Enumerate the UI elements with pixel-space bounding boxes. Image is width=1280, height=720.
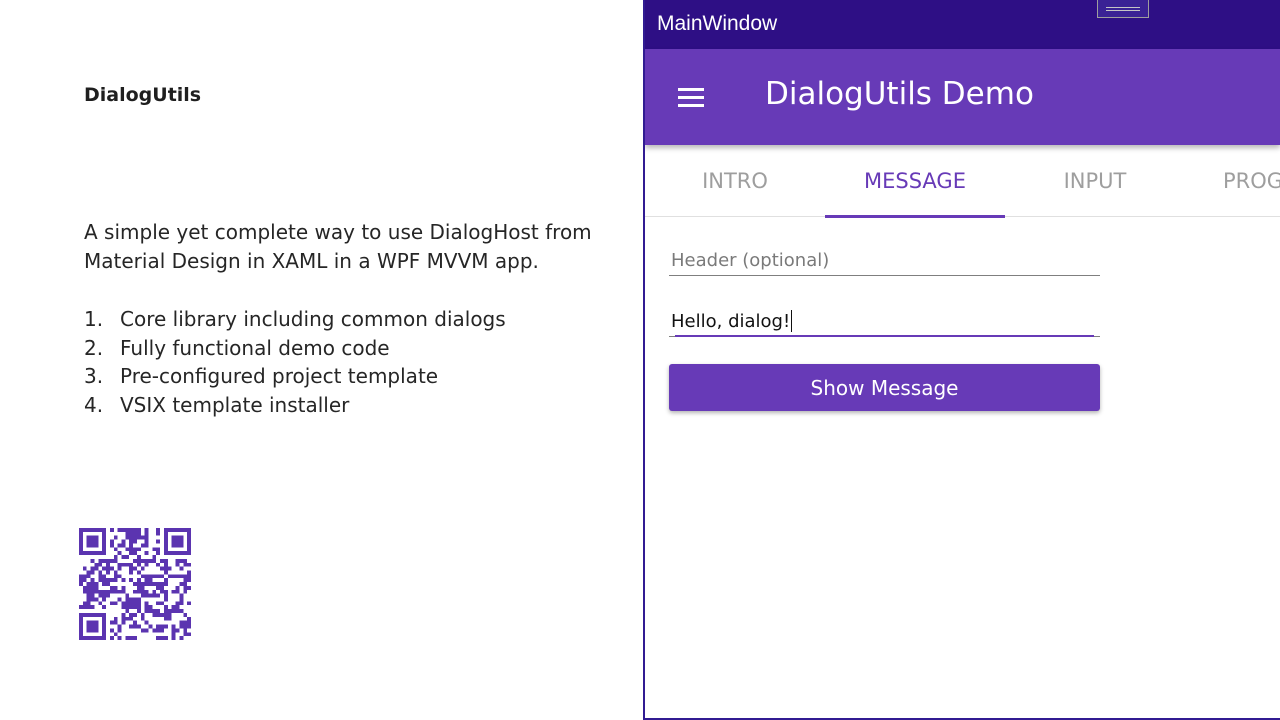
window-title: MainWindow <box>657 12 778 35</box>
header-underline <box>669 275 1100 276</box>
feature-list: 1. Core library including common dialogs… <box>84 305 506 420</box>
app-window: MainWindow DialogUtils Demo INTRO MESSAG… <box>643 0 1280 720</box>
feature-text: Fully functional demo code <box>120 335 390 360</box>
text-caret <box>791 310 793 332</box>
header-field <box>669 245 1100 276</box>
app-bar: DialogUtils Demo <box>645 49 1280 145</box>
qr-code-icon <box>79 528 191 640</box>
tab-intro[interactable]: INTRO <box>645 145 825 217</box>
presentation-slide: DialogUtils A simple yet complete way to… <box>0 0 1280 720</box>
tab-message-label: MESSAGE <box>864 169 966 193</box>
show-message-button[interactable]: Show Message <box>669 364 1100 411</box>
feature-item: 2. Fully functional demo code <box>84 334 506 363</box>
tab-input[interactable]: INPUT <box>1005 145 1185 217</box>
hamburger-menu-icon[interactable] <box>678 88 704 108</box>
slide-description: A simple yet complete way to use DialogH… <box>84 220 592 273</box>
header-input[interactable] <box>669 245 1100 275</box>
window-title-bar[interactable]: MainWindow <box>645 0 1280 49</box>
window-drag-handle[interactable] <box>1097 0 1149 18</box>
feature-text: VSIX template installer <box>120 393 350 418</box>
tab-strip: INTRO MESSAGE INPUT PROGRESS <box>645 145 1280 218</box>
message-focus-underline <box>675 335 1094 337</box>
feature-text: Core library including common dialogs <box>120 307 506 331</box>
slide-title: DialogUtils <box>84 84 202 106</box>
message-field <box>669 306 1100 337</box>
tab-progress[interactable]: PROGRESS <box>1185 145 1280 217</box>
feature-item: 3. Pre-configured project template <box>84 362 506 391</box>
app-title: DialogUtils Demo <box>765 76 1034 112</box>
feature-number: 1. <box>84 307 104 331</box>
message-input[interactable] <box>669 306 1100 336</box>
feature-item: 4. VSIX template installer <box>84 391 506 420</box>
feature-number: 3. <box>84 364 104 389</box>
feature-text: Pre-configured project template <box>120 364 439 389</box>
feature-item: 1. Core library including common dialogs <box>84 305 506 334</box>
active-tab-indicator <box>825 215 1005 218</box>
tab-message[interactable]: MESSAGE <box>825 145 1005 218</box>
feature-number: 4. <box>84 393 104 418</box>
feature-number: 2. <box>84 335 104 360</box>
